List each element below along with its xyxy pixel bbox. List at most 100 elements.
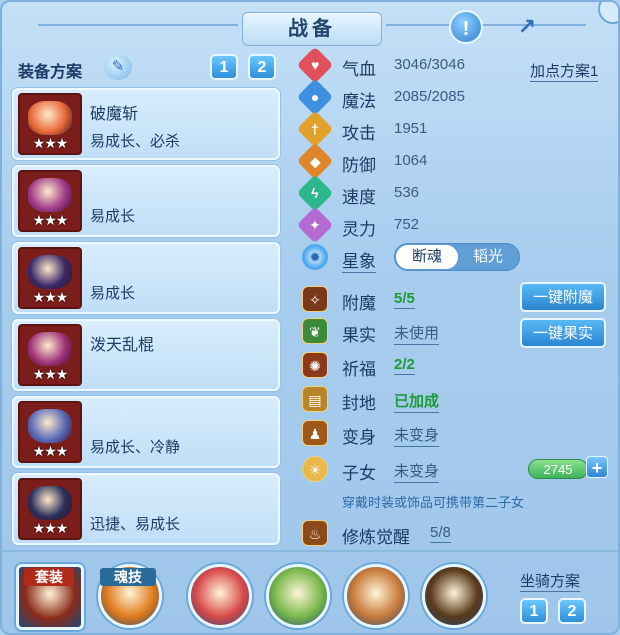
feature-value[interactable]: 已加成 (394, 390, 440, 413)
equipment-name: 泼天乱棍 (90, 337, 155, 354)
mount-plan-1-button[interactable]: 1 (520, 598, 548, 624)
speed-icon: ϟ (296, 174, 334, 212)
stat-value: 1951 (394, 120, 428, 137)
constellation-option-taoguang[interactable]: 韬光 (457, 245, 519, 269)
equip-plan-2-button[interactable]: 2 (248, 54, 276, 80)
equipment-icon: ★★★ (18, 401, 82, 463)
star-rating: ★★★ (32, 212, 69, 228)
constellation-toggle[interactable]: 断魂 韬光 (394, 243, 520, 271)
close-icon[interactable] (598, 2, 618, 24)
transform-icon: ♟ (302, 420, 328, 446)
equipment-art (28, 332, 72, 366)
feature-label: 封地 (342, 394, 376, 413)
swirl-skill-icon[interactable] (188, 564, 252, 628)
equipment-icon: ★★★ (18, 93, 82, 155)
feature-value[interactable]: 5/5 (394, 290, 415, 309)
star-rating: ★★★ (32, 289, 69, 305)
mana-icon: ● (296, 78, 334, 116)
cultivation-value[interactable]: 5/8 (430, 524, 451, 543)
stat-value: 752 (394, 216, 420, 233)
equipment-slot[interactable]: ★★★ 易成长 (12, 242, 280, 314)
equipment-slot[interactable]: ★★★ 破魔斩易成长、必杀 (12, 88, 280, 160)
share-icon[interactable]: ↗ (510, 10, 544, 44)
plus-icon[interactable]: + (586, 456, 608, 478)
stat-row: † 攻击 1951 (296, 110, 616, 148)
one-click-enchant-button[interactable]: 一键附魔 (520, 282, 606, 312)
equip-plan-1-button[interactable]: 1 (210, 54, 238, 80)
feature-row: ▤ 封地 已加成 (300, 384, 616, 414)
star-rating: ★★★ (32, 366, 69, 382)
feature-label: 祈福 (342, 360, 376, 379)
fist-skill-icon[interactable] (344, 564, 408, 628)
equipment-art (28, 409, 72, 443)
equipment-art (28, 101, 72, 135)
bottom-skill-bar: 套装 魂技 坐骑方案 1 2 (2, 554, 618, 633)
cultivation-icon: ♨ (302, 520, 328, 546)
stat-label: 速度 (342, 188, 376, 207)
mount-plan-title: 坐骑方案 (520, 570, 581, 592)
equipment-slot[interactable]: ★★★ 易成长、冷静 (12, 396, 280, 468)
fruit-icon: ❦ (302, 318, 328, 344)
constellation-option-duanhun[interactable]: 断魂 (396, 245, 458, 269)
cultivation-row: ♨ 修炼觉醒 5/8 (300, 518, 616, 548)
equipment-slot[interactable]: ★★★ 迅捷、易成长 (12, 473, 280, 545)
battle-prep-window: 战备 ! ↗ 装备方案 ✎ 1 2 ★★★ 破魔斩 易成长、必杀 ★★★ 易成长 ★★★ 易… (0, 0, 620, 635)
feature-value[interactable]: 2/2 (394, 356, 415, 375)
equipment-slot[interactable]: ★★★ 易成长 (12, 165, 280, 237)
constellation-label: 星象 (342, 247, 376, 273)
equipment-art (28, 178, 72, 212)
vine-skill-icon[interactable] (266, 564, 330, 628)
blade-skill-icon[interactable] (422, 564, 486, 628)
stat-label: 防御 (342, 156, 376, 175)
equipment-name: 破魔斩 (90, 106, 139, 123)
section-divider (2, 550, 618, 552)
equipment-icon: ★★★ (18, 324, 82, 386)
feature-value[interactable]: 未变身 (394, 424, 440, 447)
feature-value[interactable]: 未变身 (394, 460, 440, 483)
stat-label: 气血 (342, 60, 376, 79)
stat-value: 2085/2085 (394, 88, 465, 105)
heart-icon: ♥ (296, 46, 334, 84)
feature-label: 子女 (342, 464, 376, 483)
stat-value: 1064 (394, 152, 428, 169)
one-click-fruit-button[interactable]: 一键果实 (520, 318, 606, 348)
set-label: 套装 (24, 568, 74, 586)
child-icon: ☀ (302, 456, 328, 482)
stat-row: ϟ 速度 536 (296, 174, 616, 212)
constellation-icon: ✹ (302, 244, 328, 270)
star-rating: ★★★ (32, 443, 69, 459)
stat-row: ♥ 气血 3046/3046 (296, 46, 616, 84)
edit-pen-icon[interactable]: ✎ (104, 54, 132, 80)
title-ornament-left (38, 24, 238, 26)
equipment-list: ★★★ 破魔斩 易成长、必杀 ★★★ 易成长 ★★★ 易成长 ★★★ 泼天乱棍 ★★★ 易成长、冷静… (12, 88, 282, 550)
equipment-art (28, 486, 72, 520)
feature-row: ♟ 变身 未变身 (300, 418, 616, 448)
info-icon[interactable]: ! (449, 10, 483, 44)
star-rating: ★★★ (32, 135, 69, 151)
mount-plan-2-button[interactable]: 2 (558, 598, 586, 624)
stat-row: ◆ 防御 1064 (296, 142, 616, 180)
stat-row: ✦ 灵力 752 (296, 206, 616, 244)
stat-row: ● 魔法 2085/2085 (296, 78, 616, 116)
feature-row: ✺ 祈福 2/2 (300, 350, 616, 380)
shield-icon: ◆ (296, 142, 334, 180)
equipment-icon: ★★★ (18, 478, 82, 540)
equipment-trait: 易成长、冷静 (90, 439, 181, 456)
feature-value[interactable]: 未使用 (394, 322, 440, 345)
star-rating: ★★★ (32, 520, 69, 536)
feature-label: 果实 (342, 326, 376, 345)
soul-skill-label: 魂技 (100, 568, 156, 586)
sword-icon: † (296, 110, 334, 148)
equipment-icon: ★★★ (18, 247, 82, 309)
equipment-trait: 易成长 (90, 208, 136, 225)
stat-value: 3046/3046 (394, 56, 465, 73)
child-counter: 2745 + (528, 456, 608, 480)
window-title: 战备 (242, 12, 382, 46)
equipment-slot[interactable]: ★★★ 泼天乱棍 (12, 319, 280, 391)
fief-icon: ▤ (302, 386, 328, 412)
stat-label: 魔法 (342, 92, 376, 111)
equipment-art (28, 255, 72, 289)
stat-value: 536 (394, 184, 420, 201)
constellation-row: ✹ 星象 断魂 韬光 (300, 242, 616, 273)
equipment-trait: 易成长、必杀 (90, 133, 181, 150)
